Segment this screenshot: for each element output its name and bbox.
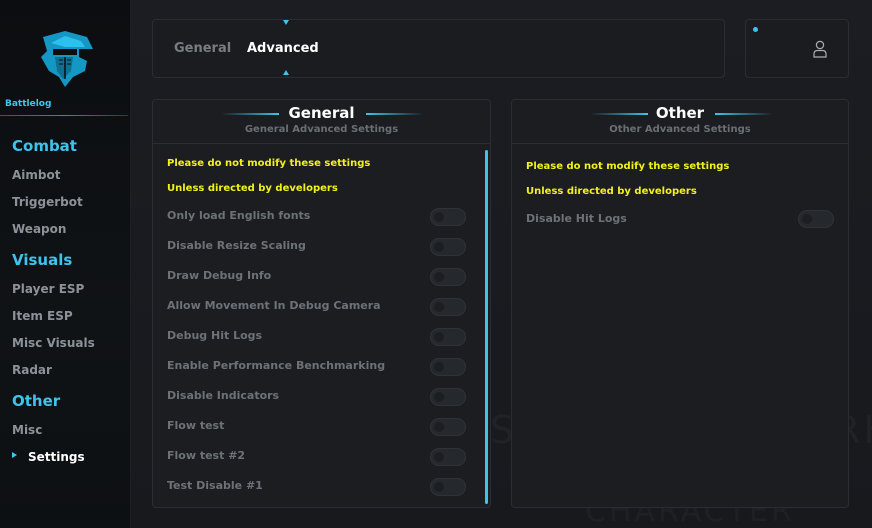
active-indicator-icon [12,452,17,458]
toggle-enable-performance-benchmarking[interactable] [430,358,466,376]
sidebar: Battlelog Combat Aimbot Triggerbot Weapo… [0,0,131,528]
toggle-disable-indicators[interactable] [430,388,466,406]
warning-notice: Please do not modify these settings [167,158,371,169]
brand-label: Battlelog [5,99,52,109]
setting-label-disable-indicators: Disable Indicators [167,389,280,402]
sidebar-item-misc-visuals[interactable]: Misc Visuals [12,336,95,350]
section-other: Other [12,392,61,410]
sidebar-item-aimbot[interactable]: Aimbot [12,168,60,182]
panel-other-header: Other Other Advanced Settings [512,100,848,144]
setting-label-allow-movement-debug-camera: Allow Movement In Debug Camera [167,299,381,312]
sidebar-item-item-esp[interactable]: Item ESP [12,309,73,323]
panel-general-scrollbar[interactable] [485,150,488,504]
tab-general[interactable]: General [174,41,231,56]
panel-general-subtitle: General Advanced Settings [244,124,399,135]
title-decoration-right [366,113,424,115]
panel-other: Other Other Advanced Settings Please do … [511,99,849,508]
setting-label-debug-hit-logs: Debug Hit Logs [167,329,263,342]
section-visuals: Visuals [12,251,73,269]
toggle-disable-resize-scaling[interactable] [430,238,466,256]
setting-label-enable-performance-benchmarking: Enable Performance Benchmarking [167,359,386,372]
warning-notice: Unless directed by developers [167,183,338,194]
toggle-test-disable-1[interactable] [430,478,466,496]
toggle-debug-hit-logs[interactable] [430,328,466,346]
setting-label-flow-test-2: Flow test #2 [167,449,246,462]
user-panel [745,19,849,78]
toggle-flow-test[interactable] [430,418,466,436]
sidebar-item-misc[interactable]: Misc [12,423,42,437]
tab-bar: General Advanced [152,19,725,78]
setting-label-disable-resize-scaling: Disable Resize Scaling [167,239,306,252]
active-tab-top-marker-icon [283,20,289,25]
app-window: SCAPE FROM TARKO CHARACTER Battlelog Com… [0,0,872,528]
toggle-allow-movement-debug-camera[interactable] [430,298,466,316]
active-tab-bottom-marker-icon [283,70,289,75]
setting-label-draw-debug-info: Draw Debug Info [167,269,272,282]
setting-label-test-disable-1: Test Disable #1 [167,479,263,492]
section-combat: Combat [12,137,77,155]
panel-general: General General Advanced Settings Please… [152,99,491,508]
toggle-flow-test-2[interactable] [430,448,466,466]
sidebar-item-weapon[interactable]: Weapon [12,222,66,236]
toggle-disable-hit-logs[interactable] [798,210,834,228]
panel-general-title: General [288,104,355,122]
setting-label-disable-hit-logs: Disable Hit Logs [526,212,627,225]
toggle-only-load-english-fonts[interactable] [430,208,466,226]
sidebar-item-settings[interactable]: Settings [28,450,85,464]
user-icon[interactable] [813,40,827,62]
panel-other-title: Other [655,104,705,122]
tab-advanced[interactable]: Advanced [247,41,319,56]
knight-helmet-logo-icon [35,27,97,89]
title-decoration-right [715,113,773,115]
brand-divider [0,115,128,116]
sidebar-item-player-esp[interactable]: Player ESP [12,282,84,296]
setting-label-flow-test: Flow test [167,419,225,432]
panel-other-subtitle: Other Advanced Settings [609,124,751,135]
toggle-draw-debug-info[interactable] [430,268,466,286]
online-status-dot [753,27,758,32]
warning-notice: Unless directed by developers [526,186,697,197]
sidebar-item-radar[interactable]: Radar [12,363,52,377]
sidebar-item-triggerbot[interactable]: Triggerbot [12,195,83,209]
panel-general-header: General General Advanced Settings [153,100,490,144]
setting-label-only-load-english-fonts: Only load English fonts [167,209,311,222]
warning-notice: Please do not modify these settings [526,161,730,172]
